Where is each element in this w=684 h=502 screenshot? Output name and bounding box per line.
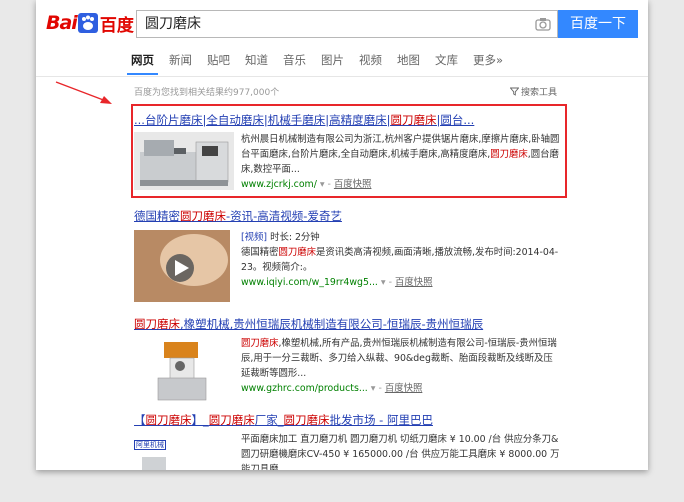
logo-cn: 百度 [99, 15, 134, 36]
snapshot-link[interactable]: 百度快照 [395, 277, 433, 288]
video-duration: 时长: 2分钟 [270, 232, 320, 243]
tool-image [142, 457, 166, 470]
search-button[interactable]: 百度一下 [558, 10, 638, 38]
result-item: 【圆刀磨床】_圆刀磨床厂家_圆刀磨床批发市场 - 阿里巴巴 阿里机械 平面磨床加… [134, 412, 564, 470]
search-tools-button[interactable]: 搜索工具 [510, 85, 557, 98]
result-url-row: www.iqiyi.com/w_19rr4wg5... ▾ - 百度快照 [241, 275, 561, 290]
tab-map[interactable]: 地图 [397, 52, 420, 74]
dropdown-arrow-icon[interactable]: ▾ - [381, 277, 395, 288]
video-thumbnail[interactable] [134, 230, 230, 302]
tab-zhidao[interactable]: 知道 [245, 52, 268, 74]
tab-news[interactable]: 新闻 [169, 52, 192, 74]
play-icon [134, 230, 230, 302]
result-title-link[interactable]: 圆刀磨床,橡塑机械,贵州恒瑞辰机械制造有限公司-恒瑞辰-贵州恒瑞辰 [134, 316, 564, 332]
result-thumbnail[interactable] [134, 336, 230, 404]
result-count: 百度为您找到相关结果约977,000个 [134, 88, 280, 98]
tab-tieba[interactable]: 贴吧 [207, 52, 230, 74]
dropdown-arrow-icon[interactable]: ▾ - [371, 383, 385, 394]
tab-images[interactable]: 图片 [321, 52, 344, 74]
grinder-image [134, 336, 230, 404]
logo-latin: Bai [46, 12, 78, 34]
highlight-box [131, 104, 567, 198]
tab-video[interactable]: 视频 [359, 52, 382, 74]
result-thumbnail[interactable]: 阿里机械 [134, 432, 194, 470]
result-url[interactable]: www.iqiyi.com/w_19rr4wg5... [241, 277, 378, 288]
result-snippet-box: 平面磨床加工 直刀磨刀机 圆刀磨刀机 切纸刀磨床 ¥ 10.00 /台 供应分条… [241, 432, 561, 470]
result-snippet: 圆刀磨床,橡塑机械,所有产品,贵州恒瑞辰机械制造有限公司-恒瑞辰-贵州恒瑞辰,用… [241, 338, 557, 379]
result-snippet: 平面磨床加工 直刀磨刀机 圆刀磨刀机 切纸刀磨床 ¥ 10.00 /台 供应分条… [241, 434, 560, 470]
tab-music[interactable]: 音乐 [283, 52, 306, 74]
result-item: 圆刀磨床,橡塑机械,贵州恒瑞辰机械制造有限公司-恒瑞辰-贵州恒瑞辰 圆刀磨床,橡… [134, 316, 564, 406]
thumb-label: 阿里机械 [134, 440, 166, 450]
snapshot-link[interactable]: 百度快照 [385, 383, 423, 394]
search-input[interactable]: 圆刀磨床 [136, 10, 558, 38]
result-snippet-box: [视频] 时长: 2分钟 德国精密圆刀磨床是资讯类高清视频,画面清晰,播放流畅,… [241, 230, 561, 290]
arrow-annotation-icon [55, 81, 112, 104]
filter-icon [510, 87, 519, 96]
tab-divider [36, 76, 648, 77]
result-snippet: 德国精密圆刀磨床是资讯类高清视频,画面清晰,播放流畅,发布时间:2014-04-… [241, 247, 559, 273]
result-item: 德国精密圆刀磨床-资讯-高清视频-爱奇艺 [视频] 时长: 2分钟 德国精密圆刀… [134, 208, 564, 308]
result-url-row: www.gzhrc.com/products... ▾ - 百度快照 [241, 381, 561, 396]
result-snippet-box: 圆刀磨床,橡塑机械,所有产品,贵州恒瑞辰机械制造有限公司-恒瑞辰-贵州恒瑞辰,用… [241, 336, 561, 396]
search-tools-label: 搜索工具 [521, 88, 558, 98]
video-tag: [视频] [241, 232, 268, 243]
tab-wenku[interactable]: 文库 [435, 52, 458, 74]
result-title-link[interactable]: 德国精密圆刀磨床-资讯-高清视频-爱奇艺 [134, 208, 564, 224]
baidu-logo[interactable]: Bai 百度 [46, 10, 134, 36]
tab-web[interactable]: 网页 [127, 52, 158, 75]
nav-tabs: 网页 新闻 贴吧 知道 音乐 图片 视频 地图 文库 更多» [127, 52, 518, 75]
browser-page: Bai 百度 圆刀磨床 百度一下 网页 新闻 贴吧 知道 音乐 图片 视频 地图… [36, 0, 648, 470]
paw-icon [77, 13, 98, 33]
result-title-link[interactable]: 【圆刀磨床】_圆刀磨床厂家_圆刀磨床批发市场 - 阿里巴巴 [134, 412, 564, 428]
tab-more[interactable]: 更多» [473, 52, 503, 74]
search-query: 圆刀磨床 [145, 16, 201, 32]
camera-icon[interactable] [535, 17, 551, 31]
result-url[interactable]: www.gzhrc.com/products... [241, 383, 368, 394]
